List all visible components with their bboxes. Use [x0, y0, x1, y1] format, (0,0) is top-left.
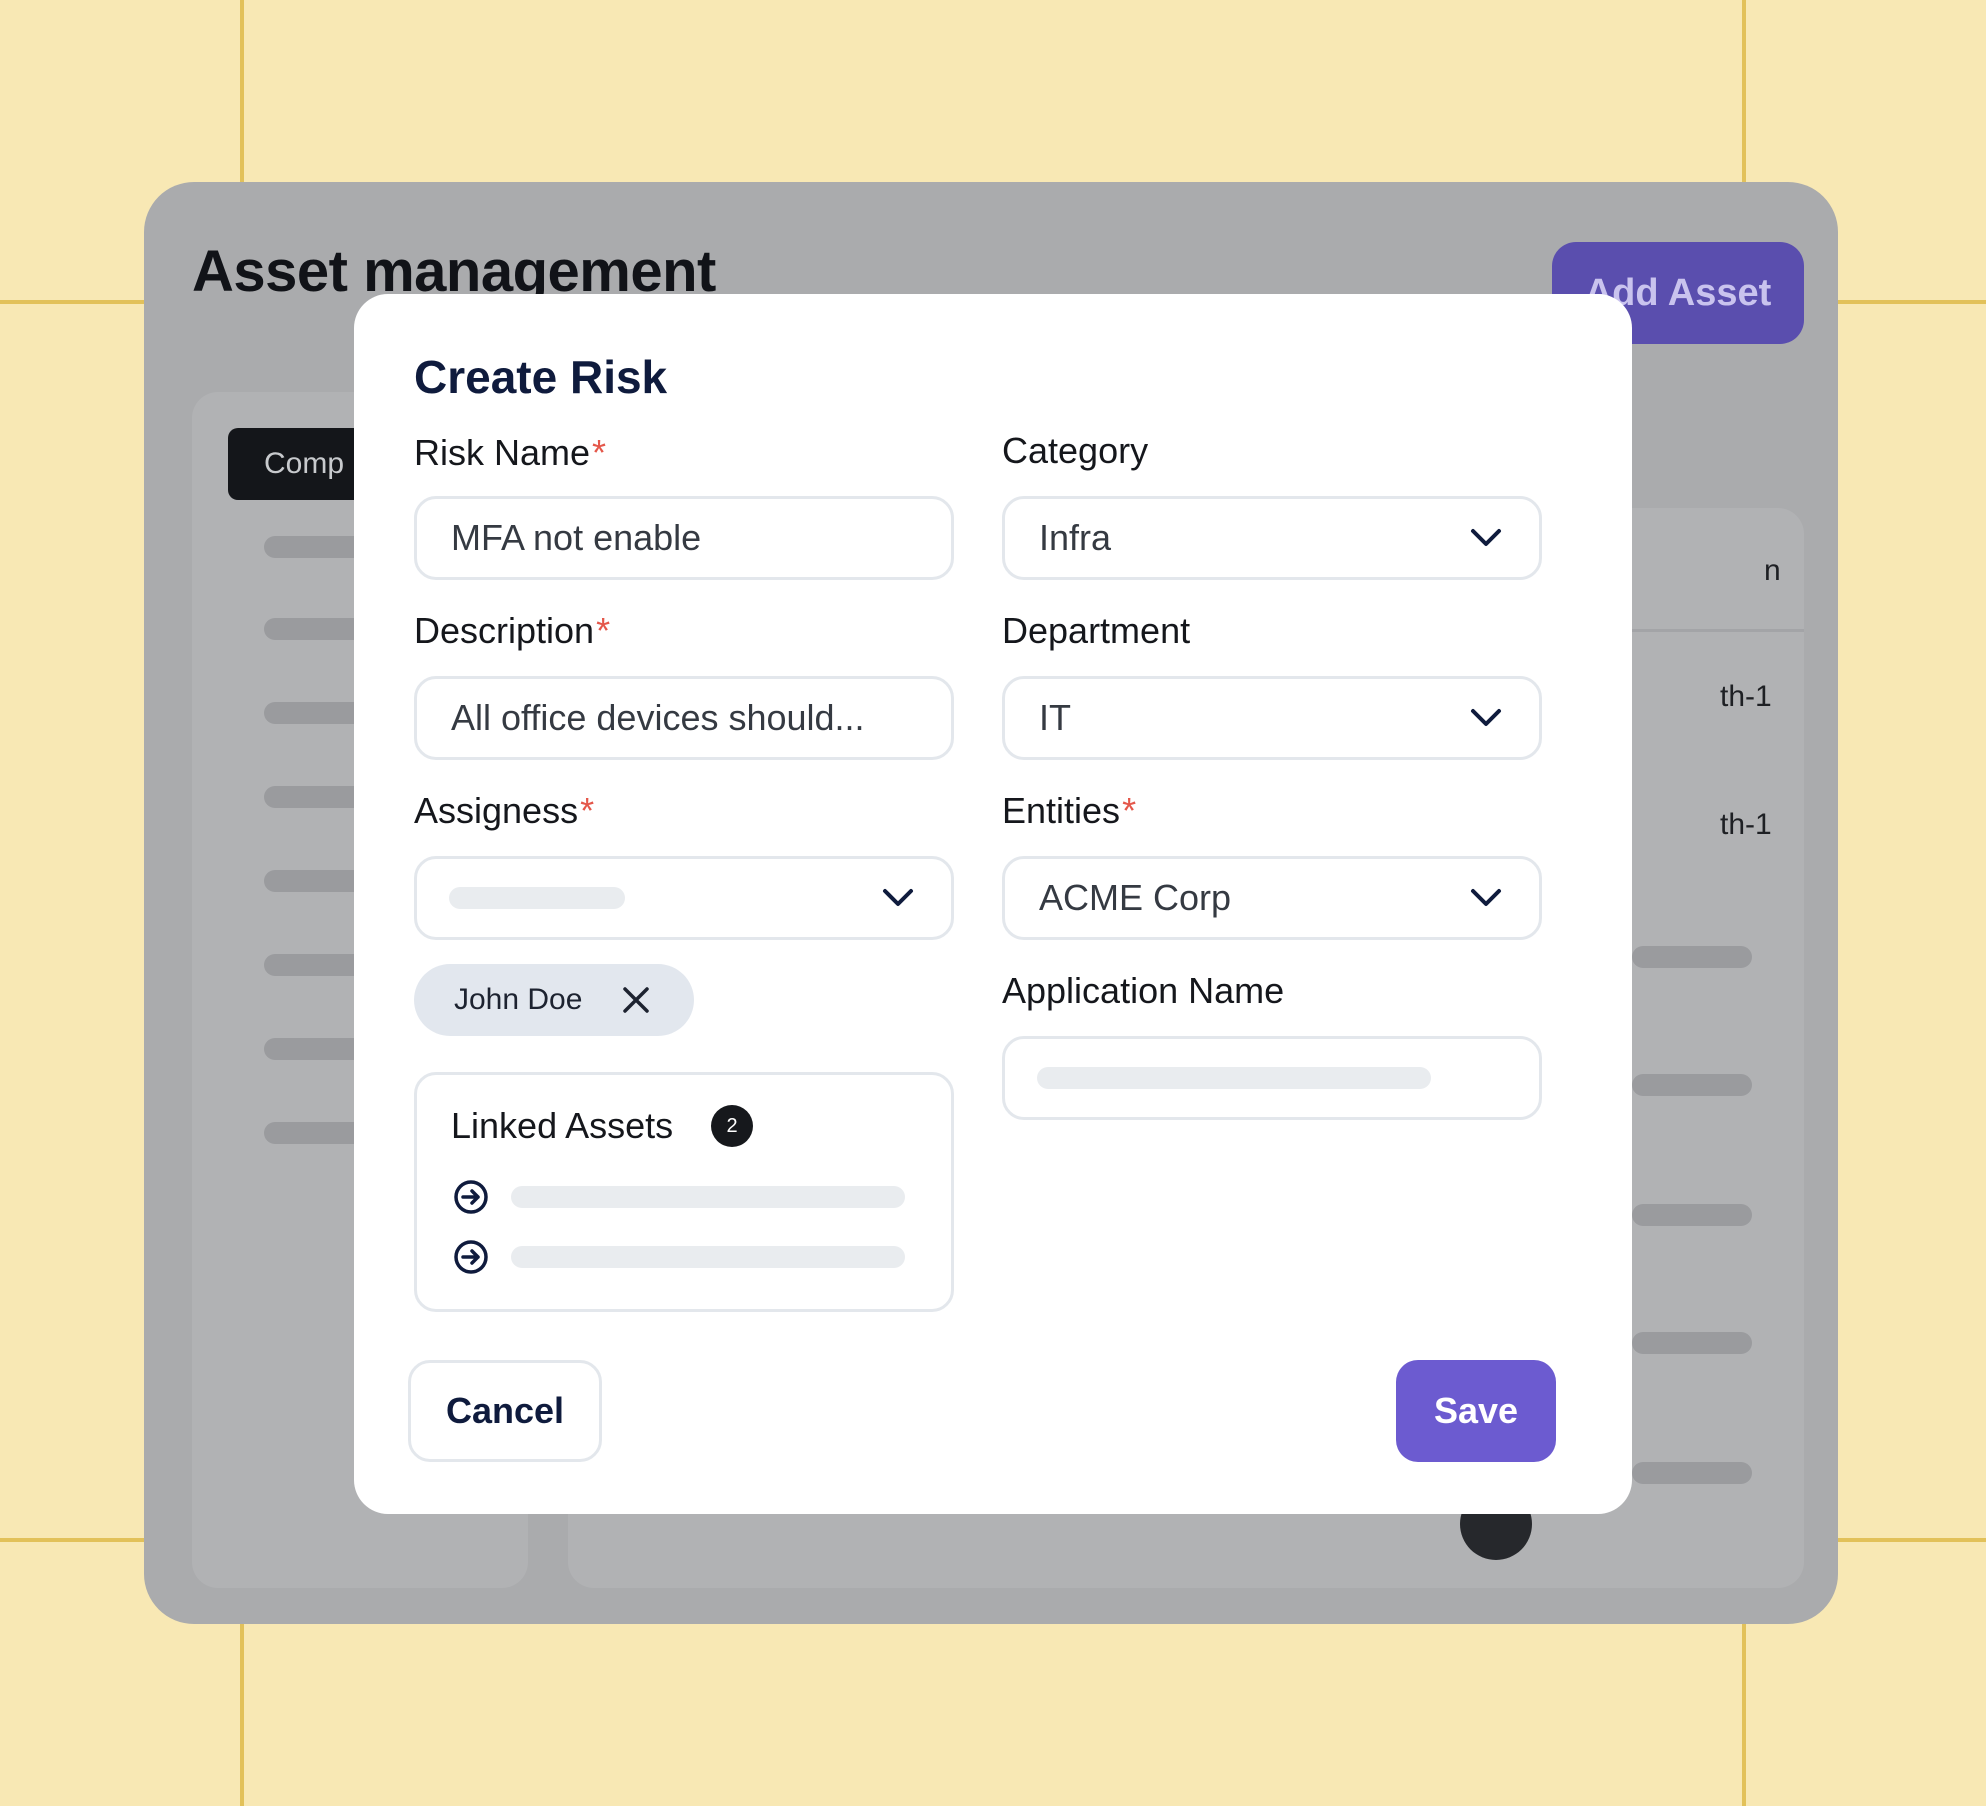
table-cell: th-1: [1720, 808, 1772, 841]
linked-asset-placeholder: [511, 1246, 905, 1268]
arrow-circle-right-icon[interactable]: [453, 1179, 489, 1215]
description-label: Description*: [414, 610, 611, 651]
department-select[interactable]: IT: [1002, 676, 1542, 760]
dialog-title: Create Risk: [414, 351, 668, 403]
table-cell-placeholder: [1632, 946, 1752, 968]
entities-value: ACME Corp: [1039, 877, 1232, 918]
page-background: Asset management Add Asset Comp n th-1 t…: [0, 0, 1986, 1806]
category-label: Category: [1002, 430, 1149, 471]
chevron-down-icon: [1471, 709, 1501, 726]
table-cell-placeholder: [1632, 1332, 1752, 1354]
description-value: All office devices should...: [451, 697, 865, 738]
table-cell: th-1: [1720, 680, 1772, 713]
required-mark: *: [1122, 790, 1137, 831]
linked-assets-card: Linked Assets 2: [414, 1072, 954, 1312]
required-mark: *: [592, 432, 607, 473]
category-select[interactable]: Infra: [1002, 496, 1542, 580]
arrow-circle-right-icon[interactable]: [453, 1239, 489, 1275]
application-name-label: Application Name: [1002, 970, 1285, 1011]
required-mark: *: [596, 610, 611, 651]
linked-assets-title: Linked Assets: [451, 1105, 674, 1146]
entities-label: Entities*: [1002, 790, 1137, 831]
table-cell-placeholder: [1632, 1462, 1752, 1484]
department-label: Department: [1002, 610, 1191, 651]
table-cell-placeholder: [1632, 1204, 1752, 1226]
entities-select[interactable]: ACME Corp: [1002, 856, 1542, 940]
required-mark: *: [580, 790, 595, 831]
risk-name-label: Risk Name*: [414, 432, 607, 473]
assignees-select[interactable]: [414, 856, 954, 940]
risk-name-input[interactable]: MFA not enable: [414, 496, 954, 580]
save-button[interactable]: Save: [1396, 1360, 1556, 1462]
chevron-down-icon: [1471, 889, 1501, 906]
chevron-down-icon: [1471, 529, 1501, 546]
linked-asset-placeholder: [511, 1186, 905, 1208]
category-value: Infra: [1039, 517, 1112, 558]
table-column-header: n: [1764, 554, 1781, 587]
create-risk-dialog: Create Risk Risk Name* MFA not enable Ca…: [354, 294, 1632, 1514]
assignees-placeholder: [449, 887, 625, 909]
linked-assets-count-badge: 2: [711, 1105, 753, 1147]
application-name-placeholder: [1037, 1067, 1431, 1089]
table-cell-placeholder: [1632, 1074, 1752, 1096]
description-input[interactable]: All office devices should...: [414, 676, 954, 760]
close-icon[interactable]: [620, 984, 652, 1016]
assignee-chip: John Doe: [414, 964, 694, 1036]
chevron-down-icon: [883, 889, 913, 906]
cancel-button[interactable]: Cancel: [408, 1360, 602, 1462]
assignee-chip-label: John Doe: [454, 983, 583, 1016]
department-value: IT: [1039, 697, 1071, 738]
assignees-label: Assigness*: [414, 790, 595, 831]
risk-name-value: MFA not enable: [451, 517, 702, 558]
application-name-input[interactable]: [1002, 1036, 1542, 1120]
